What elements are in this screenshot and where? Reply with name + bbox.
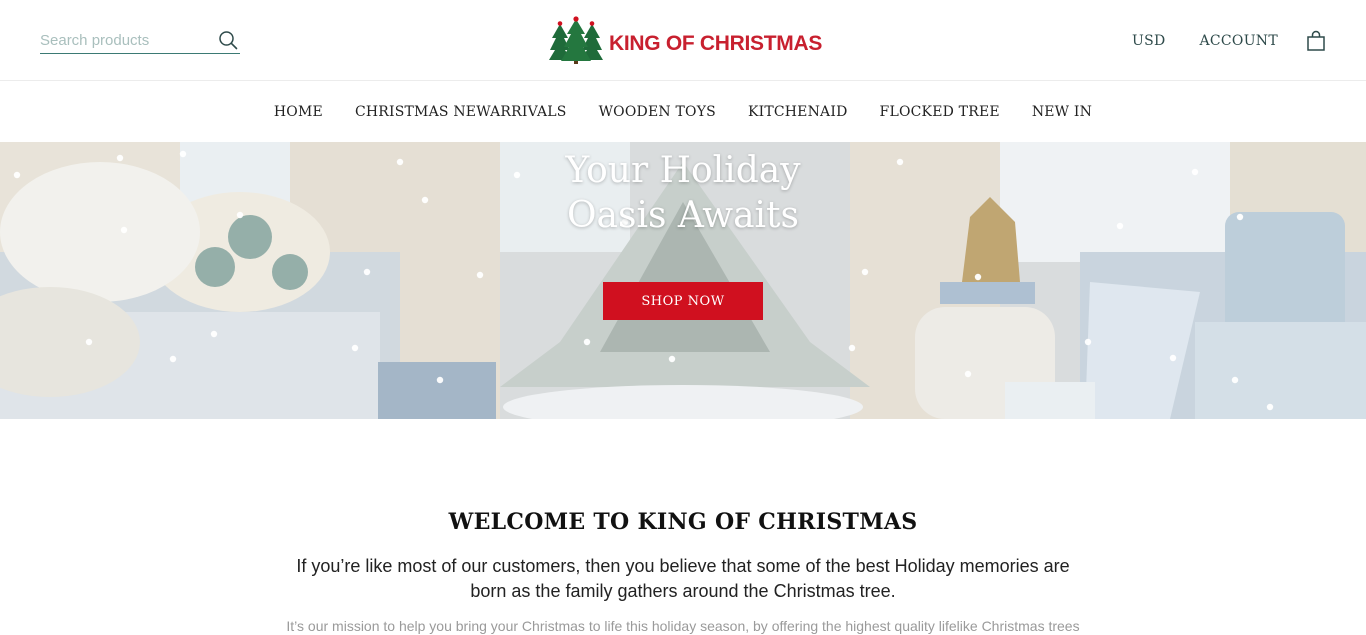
snowflake <box>85 338 93 346</box>
hero-title-line-1: Your Holiday <box>565 150 801 191</box>
nav-item-home[interactable]: HOME <box>274 104 323 120</box>
main-navigation: HOME CHRISTMAS NEWARRIVALS WOODEN TOYS K… <box>0 81 1366 142</box>
header-actions: USD ACCOUNT <box>1098 30 1326 52</box>
snowflake <box>179 150 187 158</box>
hero-banner: Your Holiday Oasis Awaits SHOP NOW <box>0 142 1366 419</box>
nav-item-new-in[interactable]: NEW IN <box>1032 104 1092 120</box>
snowflake <box>1266 403 1274 411</box>
welcome-lead-text: If you’re like most of our customers, th… <box>296 556 1070 601</box>
snowflake <box>1191 168 1199 176</box>
snowflake <box>668 355 676 363</box>
snowflake <box>210 330 218 338</box>
welcome-body-text: It’s our mission to help you bring your … <box>286 618 1080 634</box>
shopping-bag-icon[interactable] <box>1306 30 1326 52</box>
snowflake <box>1084 338 1092 346</box>
snowflake <box>169 355 177 363</box>
snowflake <box>436 376 444 384</box>
hero-title: Your Holiday Oasis Awaits <box>433 148 933 238</box>
site-header: KING OF CHRISTMAS USD ACCOUNT <box>0 0 1366 81</box>
snowflake <box>583 338 591 346</box>
account-link[interactable]: ACCOUNT <box>1200 33 1279 49</box>
snowflake <box>396 158 404 166</box>
nav-item-christmas-new-arrivals[interactable]: CHRISTMAS NEWARRIVALS <box>355 104 567 120</box>
snowflake <box>964 370 972 378</box>
shop-now-button[interactable]: SHOP NOW <box>603 282 763 320</box>
snowflake <box>861 268 869 276</box>
snowflake <box>120 226 128 234</box>
snowflake <box>236 211 244 219</box>
snowflake <box>1169 354 1177 362</box>
nav-item-wooden-toys[interactable]: WOODEN TOYS <box>599 104 716 120</box>
nav-item-flocked-tree[interactable]: FLOCKED TREE <box>880 104 1000 120</box>
search-input[interactable] <box>40 30 210 50</box>
snowflake <box>421 196 429 204</box>
snowflake <box>1236 213 1244 221</box>
snowflake <box>351 344 359 352</box>
christmas-trees-logo <box>549 16 603 64</box>
search-bar <box>40 28 240 54</box>
snowflake <box>476 271 484 279</box>
snowflake <box>363 268 371 276</box>
snowflake <box>1231 376 1239 384</box>
logo-text: KING OF CHRISTMAS <box>609 32 823 55</box>
search-icon[interactable] <box>218 30 238 50</box>
snowflake <box>13 171 21 179</box>
nav-item-kitchenaid[interactable]: KITCHENAID <box>748 104 848 120</box>
snowflake <box>848 344 856 352</box>
hero-title-line-2: Oasis Awaits <box>567 195 799 236</box>
snowflake <box>116 154 124 162</box>
currency-selector[interactable]: USD <box>1132 33 1166 49</box>
welcome-heading: WELCOME TO KING OF CHRISTMAS <box>448 509 918 535</box>
site-logo[interactable]: KING OF CHRISTMAS <box>549 16 823 66</box>
snowflake <box>974 273 982 281</box>
snowflake <box>1116 222 1124 230</box>
